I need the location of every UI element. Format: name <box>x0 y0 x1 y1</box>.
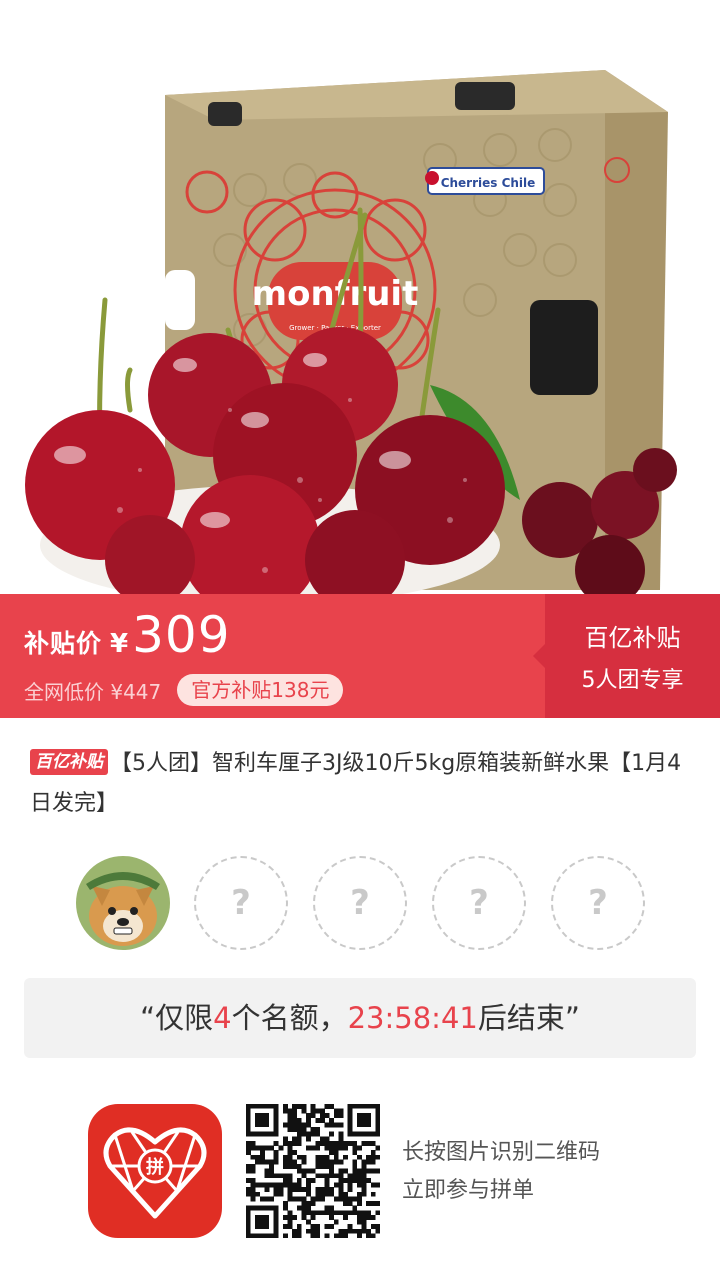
empty-member-slot[interactable]: ? <box>551 856 645 950</box>
svg-text:拼: 拼 <box>146 1156 164 1178</box>
subsidy-tag: 官方补贴138元 <box>177 674 344 706</box>
subsidy-badge: 百亿补贴 <box>30 749 108 775</box>
campaign-title: 百亿补贴 <box>584 624 681 652</box>
price-section: 补贴价 ¥ 309 全网低价 ¥447 官方补贴138元 <box>0 594 545 718</box>
countdown-box: “仅限4个名额，23:58:41后结束” <box>24 978 696 1058</box>
subsidy-campaign-panel: 百亿补贴 5人团专享 <box>545 594 720 718</box>
price-banner: 补贴价 ¥ 309 全网低价 ¥447 官方补贴138元 百亿补贴 5人团专享 <box>0 594 720 718</box>
campaign-subtitle: 5人团专享 <box>581 668 684 693</box>
empty-member-slot[interactable]: ? <box>432 856 526 950</box>
countdown-middle: 个名额， <box>231 1001 348 1035</box>
product-title: 【5人团】智利车厘子3J级10斤5kg原箱装新鲜水果【1月4日发完】 <box>30 751 682 816</box>
countdown-suffix: 后结束” <box>477 1001 580 1035</box>
subsidy-price: 补贴价 ¥ 309 <box>24 606 231 664</box>
banner-notch <box>533 644 545 668</box>
product-title-block: 百亿补贴 【5人团】智利车厘子3J级10斤5kg原箱装新鲜水果【1月4日发完】 <box>30 744 700 824</box>
price-label: 补贴价 <box>24 629 103 658</box>
price-value: 309 <box>132 606 231 664</box>
footer-line-1: 长按图片识别二维码 <box>402 1140 601 1165</box>
countdown-timer: 23:58:41 <box>347 1001 478 1035</box>
dog-avatar-icon <box>76 856 170 950</box>
footer-line-2: 立即参与拼单 <box>402 1178 535 1203</box>
group-members: ? ? ? ? <box>76 856 646 950</box>
empty-member-slot[interactable]: ? <box>313 856 407 950</box>
countdown-prefix: “仅限 <box>140 1001 214 1035</box>
brand-logo-text: monfruit <box>252 274 419 314</box>
footer-instructions: 长按图片识别二维码 立即参与拼单 <box>402 1134 600 1210</box>
qr-code-icon[interactable] <box>246 1104 381 1239</box>
member-avatar[interactable] <box>76 856 170 950</box>
empty-member-slot[interactable]: ? <box>194 856 288 950</box>
svg-text:Cherries Chile: Cherries Chile <box>441 176 536 190</box>
pinduoduo-logo-icon: 拼 <box>88 1104 222 1238</box>
currency-symbol: ¥ <box>110 629 129 659</box>
original-price: 全网低价 ¥447 <box>24 679 162 704</box>
original-price-row: 全网低价 ¥447 官方补贴138元 <box>24 674 344 706</box>
product-image[interactable]: monfruit Grower · Packer · Exporter Cher… <box>0 0 720 595</box>
remaining-slots-count: 4 <box>213 1001 232 1035</box>
